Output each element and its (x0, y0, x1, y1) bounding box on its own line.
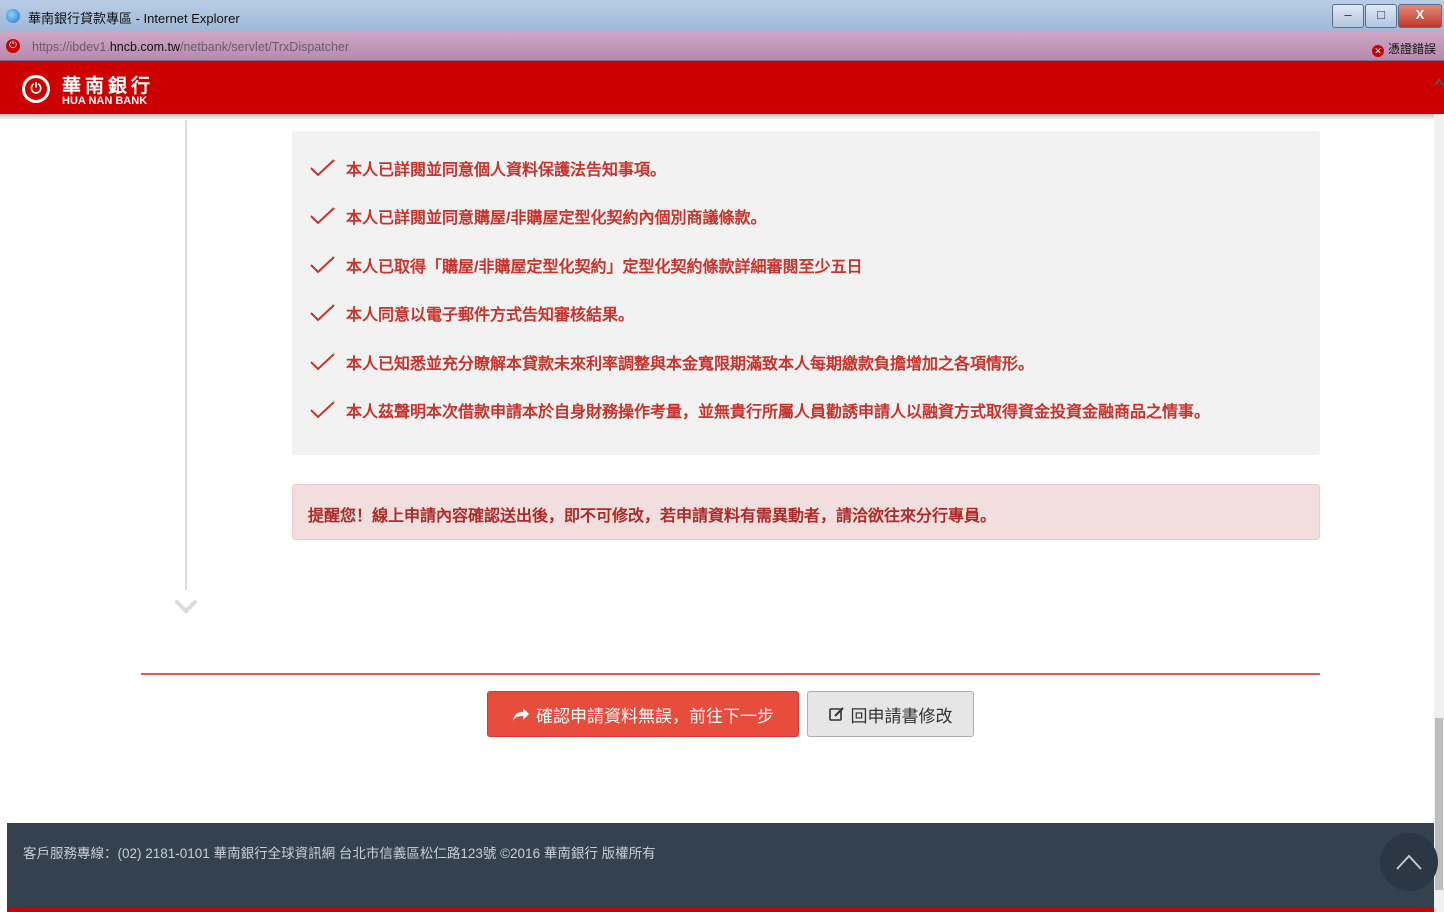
check-icon (310, 353, 335, 371)
reminder-text: 提醒您！線上申請內容確認送出後，即不可修改，若申請資料有需異動者，請洽欲往來分行… (308, 508, 997, 525)
scroll-up-arrow-icon[interactable] (1434, 77, 1444, 89)
checklist-item: 本人茲聲明本次借款申請本於自身財務操作考量，並無貴行所屬人員勸誘申請人以融資方式… (310, 396, 1210, 424)
certificate-error-icon: ✕ (1371, 45, 1384, 57)
checklist-item-text: 本人已知悉並充分瞭解本貸款未來利率調整與本金寬限期滿致本人每期繳款負擔增加之各項… (346, 356, 1035, 373)
edit-icon (828, 706, 845, 722)
internet-explorer-icon (6, 9, 20, 23)
address-bar[interactable]: ⏻ https://ibdev1.hncb.com.tw/netbank/ser… (0, 32, 1444, 61)
checklist-item: 本人已取得「購屋/非購屋定型化契約」定型化契約條款詳細審閱至少五日 (310, 251, 862, 279)
agreement-checklist: 本人已詳閱並同意個人資料保護法告知事項。 本人已詳閱並同意購屋/非購屋定型化契約… (292, 131, 1320, 455)
page-footer: 客戶服務專線：(02) 2181-0101 華南銀行全球資訊網 台北市信義區松仁… (7, 823, 1434, 908)
checklist-item: 本人已詳閱並同意購屋/非購屋定型化契約內個別商議條款。 (310, 202, 766, 230)
checklist-item-text: 本人已取得「購屋/非購屋定型化契約」定型化契約條款詳細審閱至少五日 (346, 259, 863, 276)
back-to-edit-button[interactable]: 回申請書修改 (807, 691, 974, 737)
footer-text: 客戶服務專線：(02) 2181-0101 華南銀行全球資訊網 台北市信義區松仁… (23, 846, 656, 861)
section-divider (141, 673, 1320, 675)
back-to-top-button[interactable] (1380, 833, 1438, 891)
checklist-item-text: 本人茲聲明本次借款申請本於自身財務操作考量，並無貴行所屬人員勸誘申請人以融資方式… (346, 404, 1211, 421)
address-url[interactable]: https://ibdev1.hncb.com.tw/netbank/servl… (32, 40, 349, 54)
bank-header: ⏻ 華南銀行 HUA NAN BANK (0, 61, 1444, 114)
chevron-up-icon (1396, 854, 1422, 870)
url-domain: hncb.com.tw (109, 40, 180, 54)
site-favicon-icon: ⏻ (6, 39, 20, 53)
certificate-error[interactable]: ✕ 憑證錯誤 (1371, 40, 1436, 57)
url-path: /netbank/servlet/TrxDispatcher (180, 40, 350, 54)
check-icon (310, 256, 335, 274)
checklist-item-text: 本人已詳閱並同意個人資料保護法告知事項。 (346, 162, 667, 179)
confirm-next-button[interactable]: 確認申請資料無誤，前往下一步 (487, 691, 799, 737)
check-icon (310, 207, 335, 225)
checklist-item: 本人已詳閱並同意個人資料保護法告知事項。 (310, 154, 666, 182)
reminder-alert: 提醒您！線上申請內容確認送出後，即不可修改，若申請資料有需異動者，請洽欲往來分行… (292, 484, 1320, 540)
header-shadow (0, 114, 1444, 120)
bank-logo-icon: ⏻ (22, 75, 50, 103)
chevron-down-icon (175, 600, 197, 614)
checklist-item: 本人同意以電子郵件方式告知審核結果。 (310, 299, 634, 327)
back-to-edit-label: 回申請書修改 (850, 706, 953, 726)
window-controls: – □ X (1331, 4, 1442, 28)
check-icon (310, 304, 335, 322)
close-button[interactable]: X (1398, 4, 1442, 28)
share-arrow-icon (512, 706, 530, 722)
confirm-next-label: 確認申請資料無誤，前往下一步 (536, 706, 774, 726)
maximize-button[interactable]: □ (1365, 4, 1397, 28)
url-prefix: https://ibdev1. (32, 40, 110, 54)
bank-name-zh: 華南銀行 (62, 76, 155, 97)
certificate-error-label: 憑證錯誤 (1387, 42, 1436, 56)
checklist-item-text: 本人已詳閱並同意購屋/非購屋定型化契約內個別商議條款。 (346, 210, 767, 227)
window-title: 華南銀行貸款專區 - Internet Explorer (28, 11, 240, 26)
check-icon (310, 401, 335, 419)
checklist-item-text: 本人同意以電子郵件方式告知審核結果。 (346, 307, 635, 324)
footer-accent-bar (7, 908, 1434, 912)
bank-name-en: HUA NAN BANK (62, 95, 148, 107)
window-titlebar: 華南銀行貸款專區 - Internet Explorer – □ X (0, 0, 1444, 33)
check-icon (310, 159, 335, 177)
checklist-item: 本人已知悉並充分瞭解本貸款未來利率調整與本金寬限期滿致本人每期繳款負擔增加之各項… (310, 348, 1034, 376)
step-timeline (185, 120, 187, 590)
minimize-button[interactable]: – (1332, 4, 1364, 28)
